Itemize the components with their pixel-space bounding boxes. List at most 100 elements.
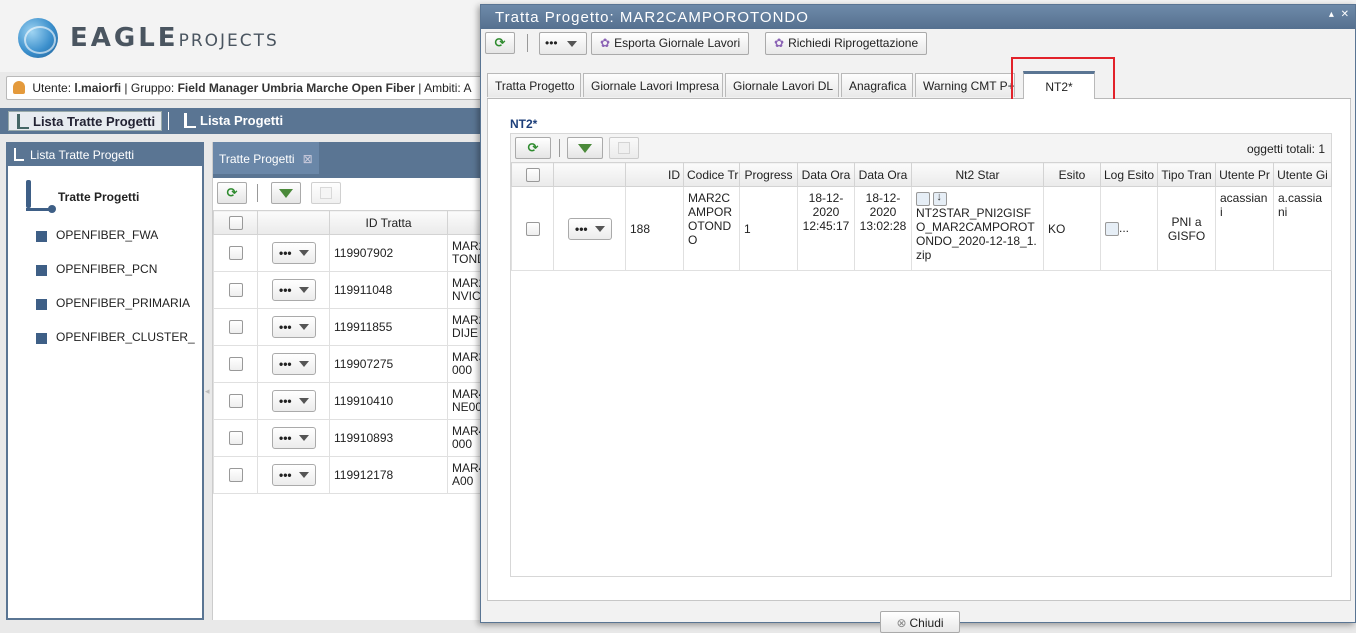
row-actions-dropdown[interactable]: ••• — [272, 390, 316, 412]
tree-root-tratte-progetti[interactable]: Tratte Progetti — [8, 178, 202, 218]
row-select-cell[interactable] — [213, 419, 258, 457]
checkbox[interactable] — [228, 468, 243, 483]
nav-lista-progetti-label: Lista Progetti — [200, 113, 284, 128]
checkbox[interactable] — [525, 167, 540, 182]
esporta-giornale-lavori-button[interactable]: ✿ Esporta Giornale Lavori — [591, 32, 750, 55]
richiedi-riprogettazione-button[interactable]: ✿ Richiedi Riprogettazione — [765, 32, 928, 55]
row-select-cell[interactable] — [213, 308, 258, 346]
col-data-ora-1[interactable]: Data Ora — [797, 162, 855, 187]
window-controls[interactable]: ▴ ✕ — [1329, 9, 1351, 20]
tree-item-openfiber-fwa[interactable]: OPENFIBER_FWA — [8, 218, 202, 252]
total-objects-count: oggetti totali: 1 — [1246, 142, 1325, 156]
nav-lista-progetti[interactable]: Lista Progetti — [176, 111, 289, 131]
col-progressivo[interactable]: Progress — [739, 162, 798, 187]
col-utente-pr[interactable]: Utente Pr — [1215, 162, 1274, 187]
checkbox[interactable] — [228, 215, 243, 230]
dialog-title-bar[interactable]: Tratta Progetto: MAR2CAMPOROTONDO ▴ ✕ — [481, 5, 1355, 29]
row-select-cell[interactable] — [213, 234, 258, 272]
cell-id: 188 — [625, 186, 684, 271]
col-codice-tratta[interactable]: Codice Tr — [683, 162, 740, 187]
filter-button[interactable] — [271, 182, 301, 204]
table-row[interactable]: ••• 188 MAR2CAMPOROTONDO 1 18-12-2020 12… — [511, 186, 1332, 271]
cell-id-tratta: 119912178 — [329, 456, 448, 494]
checkbox[interactable] — [228, 394, 243, 409]
export-button[interactable] — [311, 182, 341, 204]
preview-icon[interactable] — [1105, 221, 1119, 236]
nt2-select-all[interactable] — [511, 162, 554, 187]
table-row[interactable]: ••• 119911855 MAR2 DIJE — [213, 308, 484, 346]
row-actions-dropdown[interactable]: ••• — [568, 217, 612, 240]
tratta-icon — [17, 114, 29, 129]
table-row[interactable]: ••• 119910893 MAR4 000 — [213, 419, 484, 457]
checkbox[interactable] — [228, 246, 243, 261]
dialog-actions-dropdown[interactable]: ••• — [539, 32, 587, 55]
col-nt2-star[interactable]: Nt2 Star — [911, 162, 1044, 187]
row-actions-cell[interactable]: ••• — [553, 186, 626, 271]
panel-collapse-handle[interactable]: ◂ — [205, 386, 210, 397]
col-esito[interactable]: Esito — [1043, 162, 1101, 187]
tab-warning-cmt[interactable]: Warning CMT P+ — [915, 73, 1015, 97]
row-actions-dropdown[interactable]: ••• — [272, 316, 316, 338]
row-actions-cell[interactable]: ••• — [257, 345, 330, 383]
col-log-esito[interactable]: Log Esito — [1100, 162, 1158, 187]
tab-giornale-lavori-dl[interactable]: Giornale Lavori DL — [725, 73, 839, 97]
col-id-tratta[interactable]: ID Tratta — [329, 210, 448, 235]
nt2-export-button[interactable] — [609, 137, 639, 159]
cell-data-ora-1: 18-12-2020 12:45:17 — [797, 186, 855, 271]
preview-icon[interactable] — [916, 191, 930, 206]
table-row[interactable]: ••• 119907902 MAR2 TOND — [213, 234, 484, 272]
checkbox[interactable] — [228, 431, 243, 446]
cell-utente-pr: acassiani — [1215, 186, 1274, 271]
col-id[interactable]: ID — [625, 162, 684, 187]
nt2-filter-button[interactable] — [567, 137, 603, 159]
row-actions-cell[interactable]: ••• — [257, 308, 330, 346]
row-actions-dropdown[interactable]: ••• — [272, 279, 316, 301]
download-icon[interactable] — [933, 191, 948, 206]
col-name-header[interactable] — [447, 210, 484, 235]
left-panel-title: Lista Tratte Progetti — [30, 148, 135, 162]
tab-tratta-progetto[interactable]: Tratta Progetto — [487, 73, 581, 97]
row-select-cell[interactable] — [213, 345, 258, 383]
row-actions-cell[interactable]: ••• — [257, 234, 330, 272]
checkbox[interactable] — [228, 283, 243, 298]
tab-anagrafica[interactable]: Anagrafica — [841, 73, 913, 97]
tree-item-openfiber-primaria[interactable]: OPENFIBER_PRIMARIA — [8, 286, 202, 320]
table-row[interactable]: ••• 119912178 MAR4 A00 — [213, 456, 484, 494]
col-tipo-transazione[interactable]: Tipo Tran — [1157, 162, 1216, 187]
checkbox[interactable] — [525, 221, 540, 236]
checkbox[interactable] — [228, 320, 243, 335]
chevron-down-icon — [299, 287, 309, 293]
table-row[interactable]: ••• 119911048 MAR2 NVIC — [213, 271, 484, 309]
checkbox[interactable] — [228, 357, 243, 372]
row-select-cell[interactable] — [213, 456, 258, 494]
refresh-button[interactable]: ⟳ — [217, 182, 247, 204]
col-data-ora-2[interactable]: Data Ora — [854, 162, 912, 187]
row-select-cell[interactable] — [511, 186, 554, 271]
nt2-star-filename: NT2STAR_PNI2GISFO_MAR2CAMPOROTONDO_2020-… — [916, 205, 1037, 262]
tree-item-openfiber-cluster[interactable]: OPENFIBER_CLUSTER_ — [8, 320, 202, 354]
row-actions-dropdown[interactable]: ••• — [272, 464, 316, 486]
chevron-down-icon — [299, 435, 309, 441]
table-row[interactable]: ••• 119910410 MAR4 NE00 — [213, 382, 484, 420]
tab-giornale-lavori-impresa[interactable]: Giornale Lavori Impresa — [583, 73, 723, 97]
nav-lista-tratte-progetti[interactable]: Lista Tratte Progetti — [8, 111, 163, 131]
row-actions-cell[interactable]: ••• — [257, 271, 330, 309]
row-actions-dropdown[interactable]: ••• — [272, 242, 316, 264]
row-actions-cell[interactable]: ••• — [257, 382, 330, 420]
dialog-refresh-button[interactable]: ⟳ — [485, 32, 515, 54]
row-actions-cell[interactable]: ••• — [257, 419, 330, 457]
row-select-cell[interactable] — [213, 382, 258, 420]
col-utente-gi[interactable]: Utente Gi — [1273, 162, 1332, 187]
left-tree-panel: Lista Tratte Progetti Tratte Progetti OP… — [6, 142, 204, 620]
nt2-refresh-button[interactable]: ⟳ — [515, 137, 551, 159]
table-row[interactable]: ••• 119907275 MAR3 000 — [213, 345, 484, 383]
select-all-header[interactable] — [213, 210, 258, 235]
chiudi-button[interactable]: ⊗ Chiudi — [880, 611, 960, 633]
row-actions-dropdown[interactable]: ••• — [272, 353, 316, 375]
row-actions-cell[interactable]: ••• — [257, 456, 330, 494]
close-tab-icon[interactable]: ⊠ — [303, 152, 313, 166]
row-actions-dropdown[interactable]: ••• — [272, 427, 316, 449]
row-select-cell[interactable] — [213, 271, 258, 309]
tab-tratte-progetti[interactable]: Tratte Progetti ⊠ — [213, 142, 319, 174]
tree-item-openfiber-pcn[interactable]: OPENFIBER_PCN — [8, 252, 202, 286]
